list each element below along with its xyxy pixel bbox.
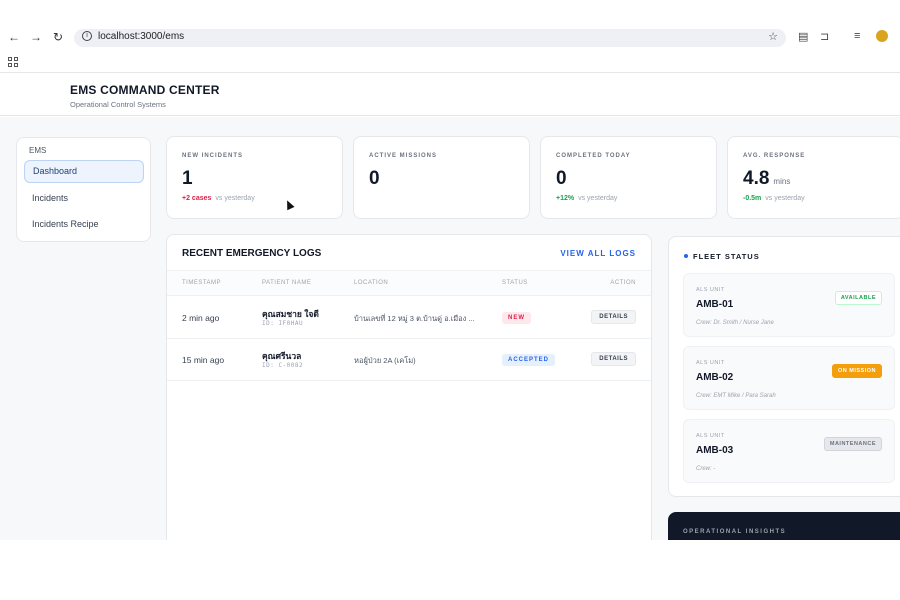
location: หอผู้ป่วย 2A (เคโม)	[354, 356, 416, 365]
timestamp: 15 min ago	[182, 355, 225, 365]
unit-name: AMB-02	[696, 372, 734, 383]
status-dot-icon	[684, 254, 688, 258]
sidebar-item-incidents-recipe[interactable]: Incidents Recipe	[24, 213, 144, 236]
recent-logs-panel: RECENT EMERGENCY LOGS VIEW ALL LOGS TIME…	[166, 234, 652, 554]
fleet-title: FLEET STATUS	[693, 252, 760, 261]
details-button[interactable]: DETAILS	[591, 310, 636, 324]
bookmark-star-icon[interactable]: ☆	[768, 30, 778, 43]
patient-id: ID: C-0082	[262, 362, 304, 369]
unit-status-badge: ON MISSION	[831, 364, 882, 378]
media-control-icon[interactable]: ≡	[854, 30, 860, 42]
stat-value: 0	[556, 168, 567, 189]
sidebar-heading: EMS	[29, 146, 47, 155]
stat-label: NEW INCIDENTS	[182, 153, 243, 159]
stat-label: ACTIVE MISSIONS	[369, 153, 438, 159]
unit-type: ALS UNIT	[696, 360, 725, 366]
column-header: ACTION	[610, 280, 636, 286]
stat-footnote: -0.5m vs yesterday	[743, 195, 805, 202]
unit-crew: Crew: -	[696, 466, 716, 472]
stat-value: 0	[369, 168, 380, 189]
unit-card[interactable]: ALS UNIT AMB-02 Crew: EMT Mike / Para Sa…	[683, 346, 895, 410]
status-badge: NEW	[502, 312, 531, 324]
profile-avatar[interactable]	[876, 30, 888, 42]
extensions-puzzle-icon[interactable]: ⊐	[820, 30, 829, 43]
apps-grid-icon[interactable]	[8, 57, 18, 67]
sidebar-item-dashboard[interactable]: Dashboard	[24, 160, 144, 183]
site-info-icon[interactable]: i	[82, 31, 92, 41]
logs-title: RECENT EMERGENCY LOGS	[182, 248, 322, 259]
unit-name: AMB-03	[696, 445, 734, 456]
sidebar: EMS Dashboard Incidents Incidents Recipe	[16, 137, 151, 242]
back-icon[interactable]: ←	[6, 30, 22, 44]
url-text[interactable]: localhost:3000/ems	[98, 31, 184, 42]
fleet-status-panel: FLEET STATUS ALS UNIT AMB-01 Crew: Dr. S…	[668, 236, 900, 497]
stat-value: 1	[182, 168, 193, 189]
column-header: LOCATION	[354, 280, 389, 286]
location: บ้านเลขที่ 12 หมู่ 3 ต.บ้านดู่ อ.เมือง .…	[354, 314, 475, 323]
insights-title: OPERATIONAL INSIGHTS	[683, 529, 787, 535]
unit-status-badge: MAINTENANCE	[823, 437, 882, 451]
stat-footnote: +2 cases vs yesterday	[182, 195, 255, 202]
unit-status-badge: AVAILABLE	[834, 291, 882, 305]
stat-card-completed-today: COMPLETED TODAY 0 +12% vs yesterday	[540, 136, 717, 219]
details-button[interactable]: DETAILS	[591, 352, 636, 366]
unit-type: ALS UNIT	[696, 287, 725, 293]
page-bottom-margin	[0, 540, 900, 600]
app-subtitle: Operational Control Systems	[70, 100, 166, 109]
reload-icon[interactable]: ↻	[50, 30, 66, 44]
stat-card-new-incidents: NEW INCIDENTS 1 +2 cases vs yesterday	[166, 136, 343, 219]
table-row[interactable]: 15 min ago คุณศรีนวล ID: C-0082 หอผู้ป่ว…	[167, 339, 651, 381]
unit-type: ALS UNIT	[696, 433, 725, 439]
extension-icon[interactable]: ▤	[798, 30, 808, 43]
stat-label: AVG. RESPONSE	[743, 153, 806, 159]
sidebar-item-incidents[interactable]: Incidents	[24, 187, 144, 210]
browser-toolbar: ← → ↻ i localhost:3000/ems ☆ ▤ ⊐ ≡	[0, 28, 900, 48]
stat-label: COMPLETED TODAY	[556, 153, 631, 159]
patient-name: คุณศรีนวล	[262, 351, 302, 361]
unit-card[interactable]: ALS UNIT AMB-01 Crew: Dr. Smith / Nurse …	[683, 273, 895, 337]
stat-value: 4.8 mins	[743, 168, 791, 189]
stat-card-avg-response: AVG. RESPONSE 4.8 mins -0.5m vs yesterday	[727, 136, 900, 219]
table-header: TIMESTAMP PATIENT NAME LOCATION STATUS A…	[167, 270, 651, 296]
forward-icon[interactable]: →	[28, 30, 44, 44]
column-header: PATIENT NAME	[262, 280, 312, 286]
column-header: TIMESTAMP	[182, 280, 222, 286]
unit-card[interactable]: ALS UNIT AMB-03 Crew: - MAINTENANCE	[683, 419, 895, 483]
unit-crew: Crew: Dr. Smith / Nurse Jane	[696, 320, 774, 326]
stat-footnote: +12% vs yesterday	[556, 195, 618, 202]
timestamp: 2 min ago	[182, 313, 220, 323]
address-bar[interactable]: i localhost:3000/ems ☆	[74, 29, 786, 47]
unit-name: AMB-01	[696, 299, 734, 310]
view-all-logs-link[interactable]: VIEW ALL LOGS	[560, 249, 636, 258]
unit-crew: Crew: EMT Mike / Para Sarah	[696, 393, 776, 399]
app-title: EMS COMMAND CENTER	[70, 83, 220, 97]
patient-name: คุณสมชาย ใจดี	[262, 309, 319, 319]
stat-card-active-missions: ACTIVE MISSIONS 0	[353, 136, 530, 219]
column-header: STATUS	[502, 280, 528, 286]
table-row[interactable]: 2 min ago คุณสมชาย ใจดี ID: IF0HAU บ้านเ…	[167, 297, 651, 339]
patient-id: ID: IF0HAU	[262, 320, 304, 327]
app-header: EMS COMMAND CENTER Operational Control S…	[0, 72, 900, 116]
status-badge: ACCEPTED	[502, 354, 556, 366]
